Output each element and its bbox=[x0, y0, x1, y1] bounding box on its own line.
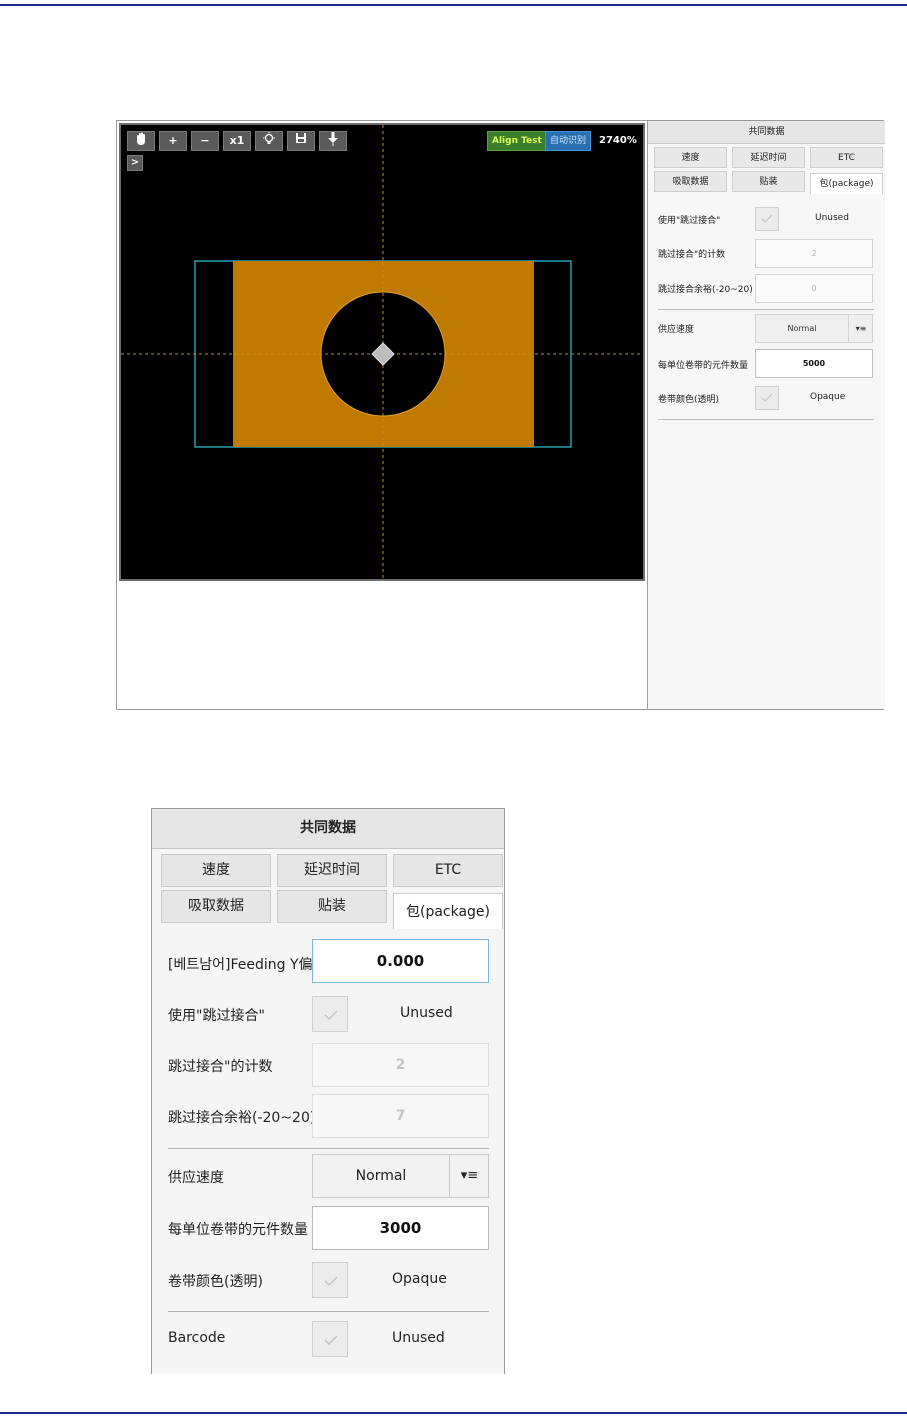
barcode-value: Unused bbox=[392, 1330, 445, 1346]
tape-color-checkbox[interactable] bbox=[312, 1262, 348, 1298]
top-rule bbox=[0, 4, 907, 6]
skip-margin-field[interactable]: 0 bbox=[755, 274, 873, 303]
bulb-icon bbox=[263, 132, 275, 144]
skip-count-field[interactable]: 2 bbox=[312, 1043, 489, 1087]
use-skip-value: Unused bbox=[815, 213, 849, 223]
skip-margin-label: 跳过接合余裕(-20~20) bbox=[168, 1110, 316, 1126]
separator bbox=[658, 309, 874, 310]
component-image bbox=[121, 125, 643, 579]
tab-delay-time[interactable]: 延迟时间 bbox=[732, 147, 805, 168]
scale-x1-button[interactable]: x1 bbox=[223, 131, 251, 151]
save-button[interactable] bbox=[287, 131, 315, 151]
expand-button[interactable]: > bbox=[127, 155, 143, 171]
tab-speed[interactable]: 速度 bbox=[654, 147, 727, 168]
tab-speed[interactable]: 速度 bbox=[161, 854, 271, 887]
tape-count-field[interactable]: 5000 bbox=[755, 349, 873, 378]
tape-color-value: Opaque bbox=[810, 392, 846, 402]
hand-icon bbox=[137, 132, 145, 145]
tab-package[interactable]: 包(package) bbox=[393, 893, 503, 929]
check-icon bbox=[761, 214, 773, 223]
dropdown-list-icon[interactable]: ▾≡ bbox=[449, 1155, 489, 1197]
skip-margin-field[interactable]: 7 bbox=[312, 1094, 489, 1138]
separator bbox=[168, 1148, 489, 1149]
tab-pickup-data[interactable]: 吸取数据 bbox=[654, 171, 727, 192]
dropdown-icon[interactable]: ▾≡ bbox=[848, 315, 873, 342]
use-skip-label: 使用"跳过接合" bbox=[658, 216, 721, 226]
tab-placement[interactable]: 贴装 bbox=[277, 890, 387, 923]
skip-margin-label: 跳过接合余裕(-20~20) bbox=[658, 285, 753, 295]
light-button[interactable] bbox=[255, 131, 283, 151]
download-button[interactable] bbox=[319, 131, 347, 151]
feeding-y-label: [베트남어]Feeding Y偏 bbox=[168, 957, 313, 973]
tab-pickup-data[interactable]: 吸取数据 bbox=[161, 890, 271, 923]
panel-title: 共同数据 bbox=[648, 121, 885, 144]
check-icon bbox=[324, 1335, 338, 1346]
feeding-y-field[interactable]: 0.000 bbox=[312, 939, 489, 983]
feed-speed-value: Normal bbox=[355, 1168, 407, 1184]
feed-speed-select[interactable]: Normal ▾≡ bbox=[312, 1154, 489, 1198]
common-data-panel-small: 共同数据 速度 延迟时间 ETC 吸取数据 贴装 包(package) 使用"跳… bbox=[647, 121, 885, 709]
feed-speed-label: 供应速度 bbox=[168, 1170, 224, 1186]
pan-hand-button[interactable] bbox=[127, 131, 155, 151]
separator bbox=[658, 419, 874, 420]
vision-window: + − x1 > Align Test 自动识别 2740% 共同数据 速度 延… bbox=[116, 120, 885, 710]
camera-viewer[interactable]: + − x1 > Align Test 自动识别 2740% bbox=[119, 123, 645, 581]
tab-package[interactable]: 包(package) bbox=[810, 173, 883, 194]
use-skip-checkbox[interactable] bbox=[312, 996, 348, 1032]
feed-speed-label: 供应速度 bbox=[658, 325, 695, 335]
barcode-label: Barcode bbox=[168, 1330, 226, 1346]
tape-count-label: 每单位卷带的元件数量 bbox=[658, 361, 749, 371]
bottom-rule bbox=[0, 1412, 907, 1414]
skip-count-label: 跳过接合"的计数 bbox=[168, 1059, 273, 1075]
tab-etc[interactable]: ETC bbox=[393, 854, 503, 887]
viewer-footer bbox=[117, 583, 647, 709]
auto-recognize-button[interactable]: 自动识别 bbox=[545, 131, 592, 151]
zoom-in-button[interactable]: + bbox=[159, 131, 187, 151]
check-icon bbox=[761, 393, 773, 402]
tab-delay-time[interactable]: 延迟时间 bbox=[277, 854, 387, 887]
check-icon bbox=[324, 1276, 338, 1287]
use-skip-checkbox[interactable] bbox=[755, 207, 779, 231]
skip-count-label: 跳过接合"的计数 bbox=[658, 250, 726, 260]
tape-count-field[interactable]: 3000 bbox=[312, 1206, 489, 1250]
tape-color-checkbox[interactable] bbox=[755, 386, 779, 410]
separator bbox=[168, 1311, 489, 1312]
feed-speed-value: Normal bbox=[787, 324, 817, 333]
panel-title: 共同数据 bbox=[152, 809, 504, 849]
tape-color-label: 卷带颜色(透明) bbox=[168, 1274, 263, 1290]
tab-etc[interactable]: ETC bbox=[810, 147, 883, 168]
barcode-checkbox[interactable] bbox=[312, 1321, 348, 1357]
align-test-button[interactable]: Align Test bbox=[487, 131, 547, 151]
zoom-level: 2740% bbox=[599, 135, 637, 146]
use-skip-value: Unused bbox=[400, 1005, 453, 1021]
tape-count-label: 每单位卷带的元件数量 bbox=[168, 1222, 308, 1238]
check-icon bbox=[324, 1010, 338, 1021]
feed-speed-select[interactable]: Normal ▾≡ bbox=[755, 314, 873, 343]
download-icon bbox=[328, 132, 338, 146]
tape-color-value: Opaque bbox=[392, 1271, 447, 1287]
common-data-panel-large: 共同数据 速度 延迟时间 ETC 吸取数据 贴装 包(package) [베트남… bbox=[151, 808, 505, 1374]
zoom-out-button[interactable]: − bbox=[191, 131, 219, 151]
tape-color-label: 卷带颜色(透明) bbox=[658, 395, 720, 405]
use-skip-label: 使用"跳过接合" bbox=[168, 1008, 265, 1024]
tab-placement[interactable]: 贴装 bbox=[732, 171, 805, 192]
floppy-icon bbox=[296, 133, 306, 143]
skip-count-field[interactable]: 2 bbox=[755, 239, 873, 268]
